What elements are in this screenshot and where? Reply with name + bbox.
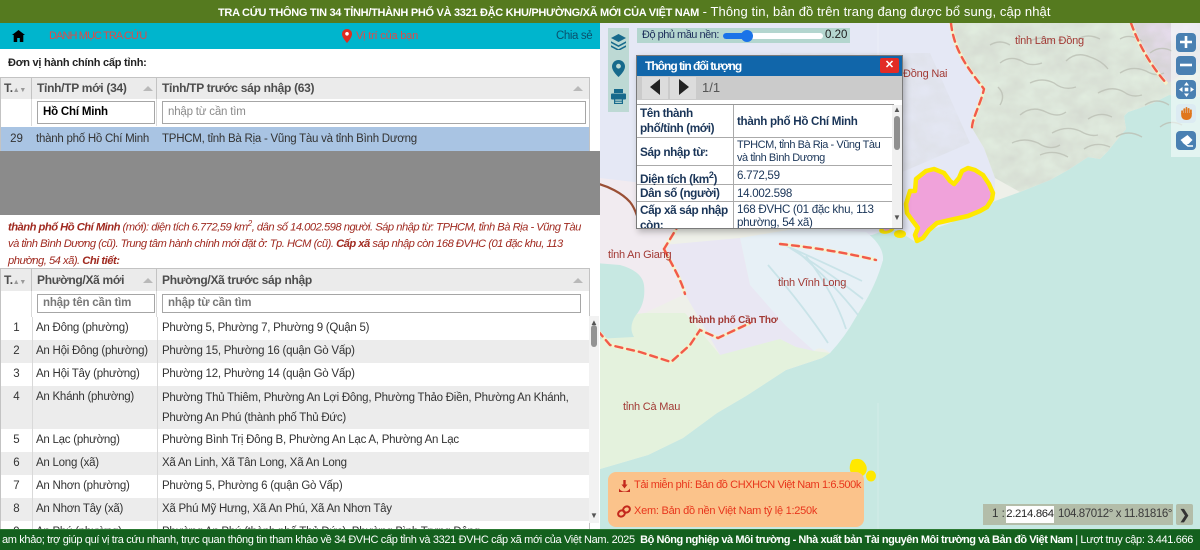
svg-text:Đồng Nai: Đồng Nai (903, 68, 947, 80)
svg-text:tỉnh An Giang: tỉnh An Giang (608, 249, 672, 261)
svg-text:tỉnh Lâm Đồng: tỉnh Lâm Đồng (1015, 35, 1084, 47)
svg-text:tỉnh Cà Mau: tỉnh Cà Mau (623, 401, 680, 413)
svg-text:thành phố Cần Thơ: thành phố Cần Thơ (689, 314, 779, 326)
svg-text:tỉnh Vĩnh Long: tỉnh Vĩnh Long (778, 277, 846, 289)
